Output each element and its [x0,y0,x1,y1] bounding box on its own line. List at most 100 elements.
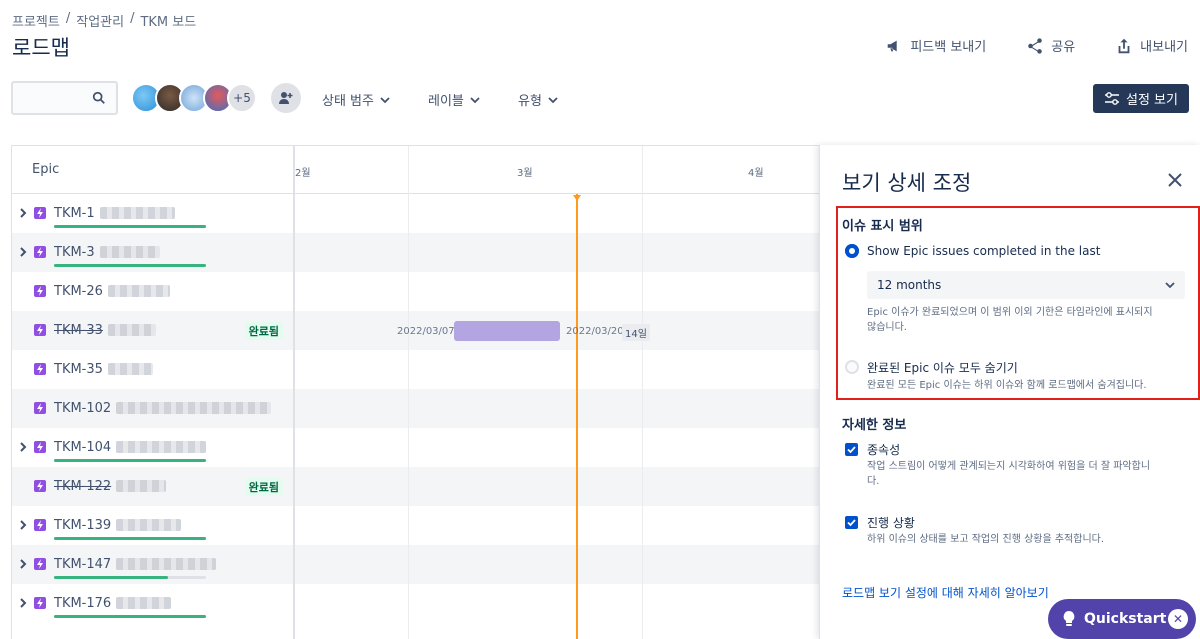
option-show-completed-label: Show Epic issues completed in the last [867,244,1101,258]
epic-lightning-icon [34,441,46,453]
breadcrumb-work-management[interactable]: 작업관리 [76,11,124,30]
epic-bar[interactable] [454,321,560,341]
roadmap-grid: 2월 3월 4월 2022/03/07 2022/03/20 14일 Epic … [11,145,819,639]
epic-summary-redacted [116,402,271,414]
chevron-right-icon[interactable] [18,518,28,532]
close-icon[interactable] [1165,170,1185,190]
progress-bar [54,576,206,579]
desc-line: 다. [867,476,880,487]
filter-label: 유형 [518,94,542,109]
share-icon [1028,37,1042,54]
bar-end-date: 2022/03/20 [566,326,624,337]
epic-summary-redacted [108,363,153,375]
breadcrumb-projects[interactable]: 프로젝트 [12,11,60,30]
breadcrumb-board[interactable]: TKM 보드 [140,11,196,30]
epic-lightning-icon [34,363,46,375]
search-field[interactable] [11,81,118,115]
epic-row[interactable]: TKM-26 [12,272,293,311]
progress-fill [54,225,206,228]
more-avatars-button[interactable]: +5 [227,83,257,113]
epic-row[interactable]: TKM-176 [12,584,293,623]
filter-labels[interactable]: 레이블 [428,90,480,109]
progress-bar [54,615,206,618]
filter-label: 레이블 [428,94,464,109]
dependencies-checkbox[interactable] [845,443,858,456]
epic-row[interactable]: TKM-102 [12,389,293,428]
epic-row[interactable]: TKM-3 [12,233,293,272]
upload-icon [1118,38,1130,53]
select-value: 12 months [877,278,942,292]
epic-lightning-icon [34,519,46,531]
progress-fill [54,615,206,618]
epic-summary-redacted [116,441,206,453]
chevron-right-icon[interactable] [18,245,28,259]
epic-key: TKM-33 [54,323,103,338]
timeline-row[interactable] [295,545,819,584]
filter-status-category[interactable]: 상태 범주 [322,90,390,109]
timeline-row[interactable] [295,272,819,311]
share-label: 공유 [1051,40,1076,55]
status-badge: 완료됨 [244,322,283,340]
add-people-button[interactable] [271,83,301,113]
timeline-row[interactable] [295,389,819,428]
option-show-completed-desc: Epic 이슈가 완료되었으며 이 범위 이외 기한은 타임라인에 표시되지 않… [867,305,1153,335]
learn-more-link[interactable]: 로드맵 보기 설정에 대해 자세히 알아보기 [842,584,1049,601]
quickstart-button[interactable]: Quickstart ✕ [1048,599,1196,639]
progress-label: 진행 상황 [867,516,915,530]
progress-bar [54,459,206,462]
share-button[interactable]: 공유 [1026,36,1075,55]
dependencies-label: 종속성 [867,443,901,457]
epic-summary-redacted [100,207,175,219]
desc-line: Epic 이슈가 완료되었으며 이 범위 이외 기한은 타임라인에 표시되지 [867,307,1153,318]
epic-row[interactable]: TKM-104 [12,428,293,467]
chevron-right-icon[interactable] [18,440,28,454]
epic-row[interactable]: TKM-1 [12,194,293,233]
progress-fill [54,264,206,267]
epic-row[interactable]: TKM-122 완료됨 [12,467,293,506]
timeline-row[interactable] [295,350,819,389]
timeline-row[interactable] [295,194,819,233]
megaphone-icon [888,40,898,51]
search-input[interactable] [13,83,93,113]
radio-hide-completed[interactable] [845,360,859,374]
chevron-right-icon[interactable] [18,557,28,571]
feedback-label: 피드백 보내기 [910,40,987,55]
epic-column-header: Epic [12,146,293,194]
chevron-down-icon [380,96,390,103]
epic-key: TKM-26 [54,284,103,299]
timeline-row[interactable] [295,428,819,467]
filter-label: 상태 범주 [322,94,374,109]
month-divider [642,146,643,639]
epic-row[interactable]: TKM-35 [12,350,293,389]
completed-range-select[interactable]: 12 months [867,271,1185,299]
timeline-row[interactable] [295,233,819,272]
epic-summary-redacted [116,519,181,531]
timeline-row[interactable] [295,506,819,545]
progress-fill [54,459,206,462]
epic-row[interactable]: TKM-147 [12,545,293,584]
bar-start-date: 2022/03/07 [397,326,455,337]
progress-checkbox[interactable] [845,516,858,529]
close-icon[interactable]: ✕ [1168,609,1188,629]
epic-row[interactable]: TKM-33 완료됨 [12,311,293,350]
export-button[interactable]: 내보내기 [1115,36,1188,55]
epic-row[interactable]: TKM-139 [12,506,293,545]
view-settings-button[interactable]: 설정 보기 [1093,84,1189,113]
filter-type[interactable]: 유형 [518,90,558,109]
epic-key: TKM-176 [54,596,112,611]
radio-show-completed[interactable] [845,244,859,258]
today-line [576,194,578,639]
epic-key: TKM-3 [54,245,95,260]
export-label: 내보내기 [1140,40,1188,55]
progress-bar [54,264,206,267]
chevron-right-icon[interactable] [18,596,28,610]
epic-summary-redacted [108,285,170,297]
progress-desc: 하위 이슈의 상태를 보고 작업의 진행 상황을 추적합니다. [867,534,1105,545]
feedback-button[interactable]: 피드백 보내기 [885,36,986,55]
option-hide-completed-label: 완료된 Epic 이슈 모두 숨기기 [867,361,1018,375]
timeline-row[interactable] [295,467,819,506]
dependencies-desc: 작업 스트림이 어떻게 관계되는지 시각화하여 위험을 더 잘 파악합니 다. [867,459,1150,489]
view-settings-label: 설정 보기 [1126,93,1178,108]
timeline-row[interactable] [295,584,819,623]
chevron-right-icon[interactable] [18,206,28,220]
